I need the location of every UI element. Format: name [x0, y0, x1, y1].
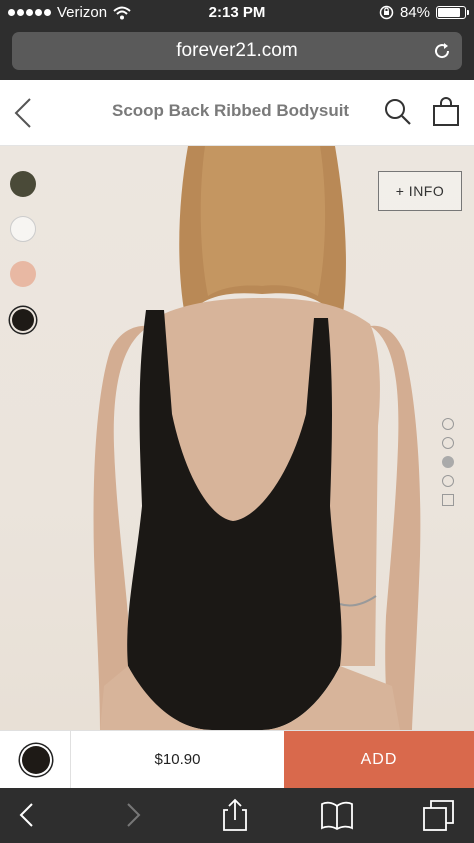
- selected-color-swatch[interactable]: [22, 746, 50, 774]
- browser-toolbar: [0, 788, 474, 843]
- product-price: $10.90: [154, 751, 201, 768]
- shopping-bag-icon[interactable]: [432, 97, 460, 127]
- color-swatch-black[interactable]: [12, 309, 34, 331]
- color-swatch-olive[interactable]: [10, 171, 36, 197]
- add-to-bag-button[interactable]: ADD: [284, 731, 474, 789]
- image-pager: [442, 418, 456, 506]
- share-icon[interactable]: [218, 798, 252, 832]
- back-arrow-icon[interactable]: [10, 798, 44, 832]
- selected-color[interactable]: [0, 731, 71, 789]
- browser-address-area: forever21.com: [0, 26, 474, 80]
- color-swatch-blush[interactable]: [10, 261, 36, 287]
- pager-dot[interactable]: [442, 437, 454, 449]
- battery-icon: [436, 6, 469, 19]
- battery-percent: 84%: [399, 4, 430, 21]
- back-chevron-icon[interactable]: [12, 97, 34, 129]
- pager-video-square[interactable]: [442, 494, 454, 506]
- search-icon[interactable]: [384, 98, 412, 126]
- url-text: forever21.com: [176, 40, 298, 61]
- pager-dot-active[interactable]: [442, 456, 454, 468]
- model-back-illustration: [93, 146, 421, 730]
- rotation-lock-icon: [379, 5, 394, 20]
- buy-bar: $10.90 ADD: [0, 730, 474, 789]
- pager-dot[interactable]: [442, 418, 454, 430]
- address-bar[interactable]: forever21.com: [12, 32, 462, 70]
- product-image[interactable]: + INFO: [0, 146, 474, 730]
- tabs-icon[interactable]: [422, 798, 456, 832]
- page-header: Scoop Back Ribbed Bodysuit: [0, 80, 474, 146]
- pager-dot[interactable]: [442, 475, 454, 487]
- status-bar: Verizon 2:13 PM 84%: [0, 0, 474, 26]
- color-swatch-white[interactable]: [10, 216, 36, 242]
- reload-icon[interactable]: [432, 41, 452, 61]
- page-title: Scoop Back Ribbed Bodysuit: [112, 101, 350, 120]
- forward-arrow-icon[interactable]: [116, 798, 150, 832]
- info-button[interactable]: + INFO: [378, 171, 462, 211]
- bookmarks-icon[interactable]: [320, 798, 354, 832]
